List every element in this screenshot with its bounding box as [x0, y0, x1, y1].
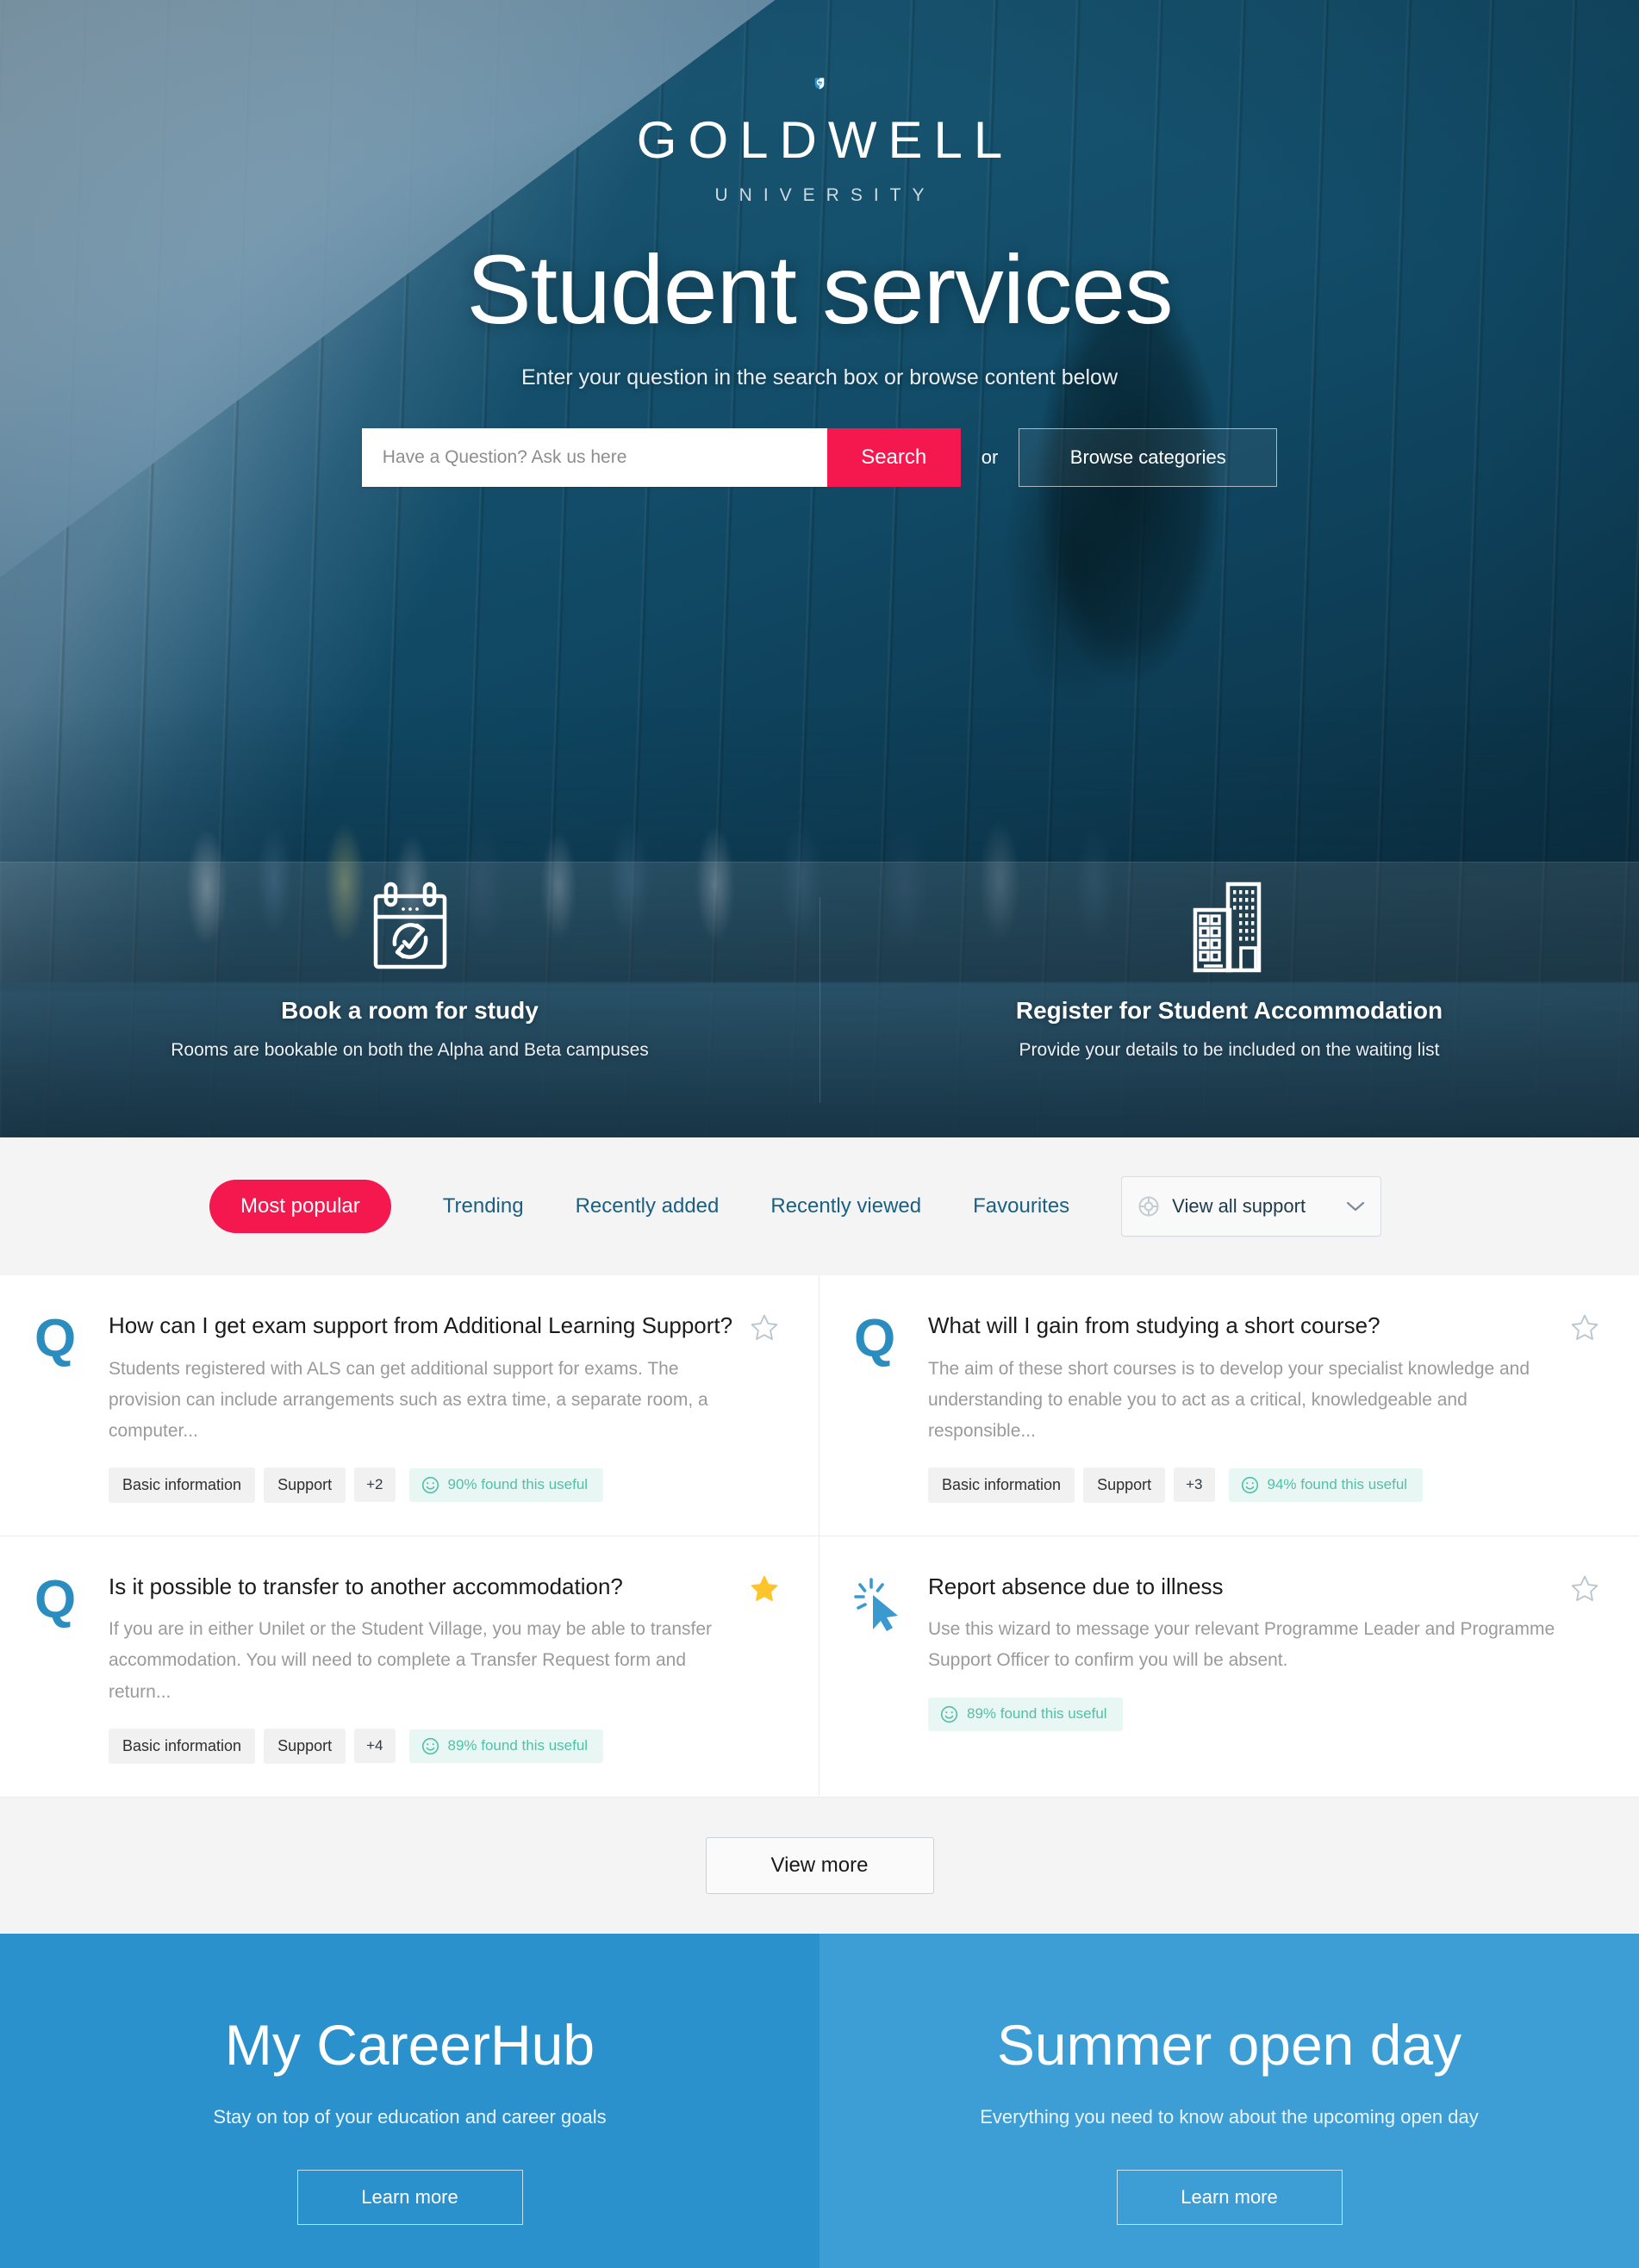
chevron-down-icon [1347, 1201, 1365, 1212]
content-card-grid: Q How can I get exam support from Additi… [0, 1275, 1639, 1798]
usefulness-text: 89% found this useful [447, 1737, 589, 1754]
card-tag-row: 89% found this useful [928, 1697, 1556, 1731]
tag-chip[interactable]: Basic information [109, 1728, 256, 1764]
card-description: If you are in either Unilet or the Stude… [109, 1619, 713, 1702]
tag-overflow-count[interactable]: +3 [1174, 1467, 1215, 1503]
hero-feature-accommodation[interactable]: Register for Student Accommodation Provi… [820, 863, 1639, 1137]
question-q-icon: Q [854, 1309, 896, 1368]
card-title: What will I gain from studying a short c… [928, 1312, 1380, 1338]
tab-recently-viewed[interactable]: Recently viewed [770, 1194, 921, 1218]
hero-feature-desc: Rooms are bookable on both the Alpha and… [171, 1040, 649, 1060]
card-tag-row: Basic information Support +2 90% found t… [109, 1467, 736, 1503]
question-q-icon: Q [34, 1309, 77, 1368]
brand-subtitle: UNIVERSITY [714, 185, 936, 205]
shield-g-logo-icon [814, 78, 825, 90]
tab-recently-added[interactable]: Recently added [576, 1194, 720, 1218]
search-or-label: or [981, 446, 999, 468]
smiley-icon [940, 1705, 958, 1723]
tag-chip[interactable]: Support [264, 1467, 346, 1503]
search-input[interactable] [382, 446, 807, 468]
browse-categories-button[interactable]: Browse categories [1019, 427, 1278, 487]
content-card[interactable]: Report absence due to illness Use this w… [820, 1536, 1639, 1798]
tag-chip[interactable]: Support [1083, 1467, 1166, 1503]
view-all-support-dropdown[interactable]: View all support [1121, 1176, 1382, 1237]
hero-subtitle: Enter your question in the search box or… [520, 364, 1119, 389]
favourite-star-icon[interactable] [750, 1313, 779, 1343]
favourite-star-icon[interactable] [1570, 1574, 1599, 1604]
usefulness-text: 89% found this useful [967, 1705, 1107, 1723]
promo-learn-more-button[interactable]: Learn more [1116, 2169, 1343, 2225]
smiley-icon [1241, 1476, 1258, 1493]
promo-title: Summer open day [996, 2012, 1462, 2077]
hero-feature-title: Register for Student Accommodation [1015, 997, 1443, 1024]
hero-feature-desc: Provide your details to be included on t… [1019, 1040, 1440, 1060]
favourite-star-icon[interactable] [1570, 1313, 1599, 1343]
search-field-wrapper[interactable] [361, 427, 827, 487]
usefulness-badge: 94% found this useful [1228, 1467, 1424, 1502]
tag-chip[interactable]: Basic information [109, 1467, 256, 1503]
card-tag-row: Basic information Support +3 94% found t… [928, 1467, 1556, 1503]
office-building-icon [1187, 878, 1273, 980]
page-root: GOLDWELL UNIVERSITY Student services Ent… [0, 0, 1639, 2268]
tag-overflow-count[interactable]: +2 [354, 1467, 396, 1503]
view-all-support-label: View all support [1172, 1195, 1306, 1217]
content-card[interactable]: Q How can I get exam support from Additi… [0, 1275, 820, 1536]
favourite-star-icon-active[interactable] [750, 1574, 779, 1604]
usefulness-badge: 90% found this useful [408, 1467, 604, 1502]
usefulness-badge: 89% found this useful [928, 1697, 1123, 1731]
card-title: Is it possible to transfer to another ac… [109, 1573, 623, 1599]
content-filter-tabs: Most popular Trending Recently added Rec… [0, 1137, 1639, 1275]
usefulness-text: 90% found this useful [447, 1476, 589, 1493]
hero-feature-band: Book a room for study Rooms are bookable… [0, 862, 1639, 1137]
question-q-icon: Q [34, 1569, 77, 1629]
smiley-icon [421, 1476, 439, 1493]
promo-subtitle: Stay on top of your education and career… [213, 2105, 607, 2128]
calendar-refresh-icon [365, 878, 455, 980]
view-more-button[interactable]: View more [705, 1836, 934, 1894]
promo-title: My CareerHub [224, 2012, 595, 2077]
hero-feature-title: Book a room for study [281, 997, 539, 1024]
content-card[interactable]: Q Is it possible to transfer to another … [0, 1536, 820, 1798]
card-title: Report absence due to illness [928, 1573, 1224, 1599]
search-button[interactable]: Search [826, 427, 961, 487]
card-description: Use this wizard to message your relevant… [928, 1619, 1555, 1671]
tab-most-popular[interactable]: Most popular [209, 1180, 391, 1233]
tag-chip[interactable]: Basic information [928, 1467, 1075, 1503]
usefulness-text: 94% found this useful [1267, 1476, 1408, 1493]
promo-open-day[interactable]: Summer open day Everything you need to k… [820, 1933, 1639, 2268]
tag-chip[interactable]: Support [264, 1728, 346, 1764]
page-title: Student services [466, 235, 1173, 344]
promo-section: My CareerHub Stay on top of your educati… [0, 1933, 1639, 2268]
view-more-band: View more [0, 1797, 1639, 1934]
lifebuoy-icon [1138, 1196, 1159, 1217]
promo-careerhub[interactable]: My CareerHub Stay on top of your educati… [0, 1933, 820, 2268]
card-description: Students registered with ALS can get add… [109, 1358, 708, 1441]
card-description: The aim of these short courses is to dev… [928, 1358, 1530, 1441]
hero-content: GOLDWELL UNIVERSITY Student services Ent… [0, 0, 1639, 487]
brand-name: GOLDWELL [636, 111, 1014, 169]
card-tag-row: Basic information Support +4 89% found t… [109, 1728, 736, 1764]
smiley-icon [421, 1737, 439, 1754]
card-title: How can I get exam support from Addition… [109, 1312, 733, 1338]
hero-feature-book-room[interactable]: Book a room for study Rooms are bookable… [0, 863, 820, 1137]
tab-favourites[interactable]: Favourites [973, 1194, 1069, 1218]
hero-section: GOLDWELL UNIVERSITY Student services Ent… [0, 0, 1639, 1137]
promo-subtitle: Everything you need to know about the up… [980, 2105, 1479, 2128]
usefulness-badge: 89% found this useful [408, 1729, 604, 1763]
search-row: Search or Browse categories [0, 427, 1639, 487]
content-card[interactable]: Q What will I gain from studying a short… [820, 1275, 1639, 1536]
promo-learn-more-button[interactable]: Learn more [296, 2169, 523, 2225]
tab-trending[interactable]: Trending [443, 1194, 524, 1218]
cursor-click-icon [854, 1573, 928, 1731]
tag-overflow-count[interactable]: +4 [354, 1729, 396, 1764]
